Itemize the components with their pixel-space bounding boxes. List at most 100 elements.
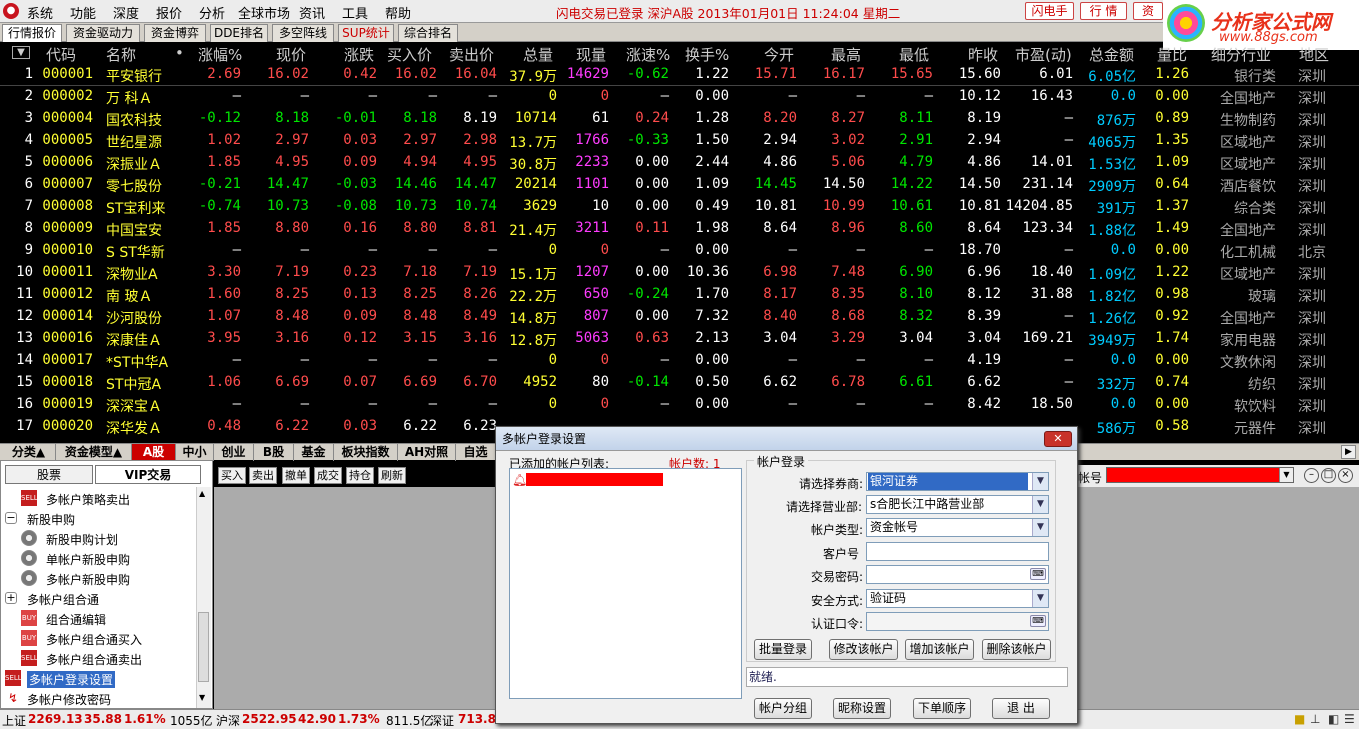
tab-fund-game[interactable]: 资金博弈 [144,24,206,42]
tree-item[interactable]: SELL 多帐户组合通卖出 [1,648,197,668]
add-account-button[interactable]: 增加该帐户 [905,639,974,660]
col-change-pct[interactable]: 涨幅% [198,44,242,65]
account-select[interactable]: ▼ [1106,467,1294,483]
keyboard-icon[interactable]: ⌨ [1030,568,1046,580]
tree-item[interactable]: BUY 组合通编辑 [1,608,197,628]
security-mode-select[interactable]: 验证码 ▼ [866,589,1049,608]
tab-watchlist[interactable]: 自选 [456,444,496,461]
table-row[interactable]: 2 000002 万 科Ａ – – – – –0 0–0.00– – –10.12 16.43 0.0 0… [0,86,1359,108]
col-region[interactable]: 地区 [1299,44,1329,65]
flash-trade-button[interactable]: 闪电手 [1025,2,1074,20]
table-row[interactable]: 3 000004 国农科技 -0.12 8.18 -0.01 8.18 8.19 10714 61… [0,108,1359,130]
network-icon[interactable]: ◧ [1328,712,1339,726]
chevron-down-icon[interactable]: ▼ [1279,468,1293,482]
scroll-thumb[interactable] [198,612,209,682]
tab-quote-list[interactable]: 行情报价 [2,24,62,42]
col-low[interactable]: 最低 [899,44,929,65]
tab-stocks[interactable]: 股票 [5,465,93,484]
col-open[interactable]: 今开 [764,44,794,65]
tab-fund-drive[interactable]: 资金驱动力 [66,24,140,42]
batch-login-button[interactable]: 批量登录 [754,639,812,660]
tab-a-shares[interactable]: A股 [132,444,176,461]
positions-button[interactable]: 持仓 [346,467,374,484]
menu-news[interactable]: 资讯 [299,3,325,22]
menu-quote[interactable]: 报价 [156,3,182,22]
tab-long-short[interactable]: 多空阵线 [272,24,334,42]
tab-gem[interactable]: 创业 [214,444,254,461]
tab-vip-trade[interactable]: VIP交易 [95,465,201,484]
nickname-button[interactable]: 昵称设置 [833,698,891,719]
table-row[interactable]: 5 000006 深振业Ａ 1.85 4.95 0.09 4.94 4.95 30.8万 2233… [0,152,1359,174]
tab-sme[interactable]: 中小 [176,444,214,461]
tree-item[interactable]: SELL 多帐户策略卖出 [1,488,197,508]
tab-fund-model[interactable]: 资金模型▲ [56,444,132,461]
account-list[interactable]: 🔔︎ [509,468,742,699]
scroll-down-icon[interactable]: ▼ [199,693,205,702]
settings-icon[interactable]: ☰ [1344,712,1355,726]
quote-button[interactable]: 行 情 [1080,2,1127,20]
col-industry[interactable]: 细分行业 [1211,44,1271,65]
tab-sector-index[interactable]: 板块指数 [334,444,398,461]
table-row[interactable]: 7 000008 ST宝利来 -0.74 10.73 -0.08 10.73 10.74 362… [0,196,1359,218]
menu-help[interactable]: 帮助 [385,3,411,22]
lock-icon[interactable]: ■ [1294,712,1305,726]
tab-b-shares[interactable]: B股 [254,444,294,461]
col-volume-ratio[interactable]: 量比 [1157,44,1187,65]
menu-system[interactable]: 系统 [27,3,53,22]
buy-button[interactable]: 买入 [218,467,246,484]
tree-item[interactable]: 多帐户新股申购 [1,568,197,588]
auth-code-input[interactable]: ⌨ [866,612,1049,631]
restore-icon[interactable]: □ [1321,468,1336,483]
tree-item[interactable]: SELL 多帐户登录设置 [1,668,197,688]
keyboard-icon[interactable]: ⌨ [1030,615,1046,627]
news-button[interactable]: 资 [1133,2,1163,20]
table-row[interactable]: 11 000012 南 玻Ａ 1.60 8.25 0.13 8.25 8.26 22.2万 650… [0,284,1359,306]
col-code[interactable]: 代码 [46,44,76,65]
table-row[interactable]: 4 000005 世纪星源 1.02 2.97 0.03 2.97 2.98 13.7万 1766… [0,130,1359,152]
col-cur-volume[interactable]: 现量 [576,44,606,65]
col-speed[interactable]: 涨速% [626,44,670,65]
table-row[interactable]: 10 000011 深物业A 3.30 7.19 0.23 7.18 7.19 15.1万 120… [0,262,1359,284]
close-icon[interactable]: × [1338,468,1353,483]
edit-account-button[interactable]: 修改该帐户 [829,639,898,660]
table-row[interactable]: 13 000016 深康佳Ａ 3.95 3.16 0.12 3.15 3.16 12.8万 506… [0,328,1359,350]
table-row[interactable]: 1 000001 平安银行 2.69 16.02 0.42 16.02 16.04 37.9万 1… [0,64,1359,86]
menu-function[interactable]: 功能 [70,3,96,22]
col-prev-close[interactable]: 昨收 [968,44,998,65]
col-bid[interactable]: 买入价 [387,44,432,65]
col-name[interactable]: 名称 [106,44,136,65]
chevron-down-icon[interactable]: ▼ [1032,496,1048,513]
col-change[interactable]: 涨跌 [344,44,374,65]
left-panel-scrollbar[interactable]: ▲ ▼ [196,487,211,708]
dialog-close-icon[interactable]: ✕ [1044,431,1072,447]
cancel-order-button[interactable]: 撤单 [282,467,310,484]
minimize-icon[interactable]: – [1304,468,1319,483]
table-row[interactable]: 8 000009 中国宝安 1.85 8.80 0.16 8.80 8.81 21.4万 3211… [0,218,1359,240]
order-sequence-button[interactable]: 下单顺序 [913,698,971,719]
menu-tools[interactable]: 工具 [342,3,368,22]
account-type-select[interactable]: 资金帐号 ▼ [866,518,1049,537]
signal-icon[interactable]: ⊥ [1310,712,1320,726]
col-amount[interactable]: 总金额 [1089,44,1134,65]
scroll-right-icon[interactable]: ▶ [1341,445,1356,459]
chevron-down-icon[interactable]: ▼ [1032,590,1048,607]
broker-select[interactable]: 银河证券 ▼ [866,472,1049,491]
tab-ah-compare[interactable]: AH对照 [398,444,456,461]
col-price[interactable]: 现价 [276,44,306,65]
tree-item[interactable]: 新股申购计划 [1,528,197,548]
tab-sup-stats[interactable]: SUP统计 [338,24,394,42]
col-pe[interactable]: 市盈(动) [1015,44,1072,65]
chevron-down-icon[interactable]: ▼ [1032,519,1048,536]
table-row[interactable]: 16 000019 深深宝Ａ – – – – –0 0–0.00– – –8.42 18.50 0.0 0… [0,394,1359,416]
col-turnover[interactable]: 换手% [685,44,729,65]
tree-item[interactable]: 单帐户新股申购 [1,548,197,568]
delete-account-button[interactable]: 删除该帐户 [982,639,1051,660]
column-menu-icon[interactable]: ▼ [12,46,30,59]
tree-item[interactable]: ↯ 多帐户修改密码 [1,688,197,708]
sell-button[interactable]: 卖出 [249,467,277,484]
exit-button[interactable]: 退 出 [992,698,1050,719]
tree-item[interactable]: − 新股申购 [1,508,197,528]
col-volume[interactable]: 总量 [523,44,553,65]
col-ask[interactable]: 卖出价 [449,44,494,65]
deals-button[interactable]: 成交 [314,467,342,484]
